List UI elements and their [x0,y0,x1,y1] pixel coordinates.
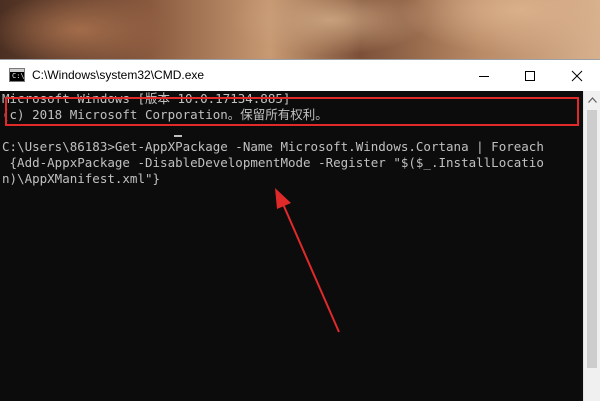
title-bar[interactable]: C:\ C:\Windows\system32\CMD.exe [0,60,600,91]
console-line-command: C:\Users\86183>Get-AppXPackage -Name Mic… [2,139,544,154]
console-line-command-cont-2: n)\AppXManifest.xml"} [2,171,161,186]
command-highlight-box [5,97,579,126]
minimize-icon [479,75,489,77]
scroll-up-button[interactable] [584,91,600,108]
maximize-button[interactable] [507,60,553,91]
minimize-button[interactable] [461,60,507,91]
console-output[interactable]: Microsoft Windows [版本 10.0.17134.885] (c… [0,91,583,401]
cmd-app-icon[interactable]: C:\ [9,68,25,82]
desktop-wallpaper [0,0,600,60]
maximize-icon [525,70,535,81]
scroll-thumb[interactable] [587,110,597,368]
console-line-command-cont-1: {Add-AppxPackage -DisableDevelopmentMode… [2,155,544,170]
app-icon-prompt: C:\ [12,72,25,80]
vertical-scrollbar[interactable] [583,91,600,401]
scroll-up-arrow-icon [587,96,597,103]
text-cursor [174,135,182,137]
close-icon [571,70,582,81]
close-button[interactable] [553,60,600,91]
window-title: C:\Windows\system32\CMD.exe [32,68,205,82]
